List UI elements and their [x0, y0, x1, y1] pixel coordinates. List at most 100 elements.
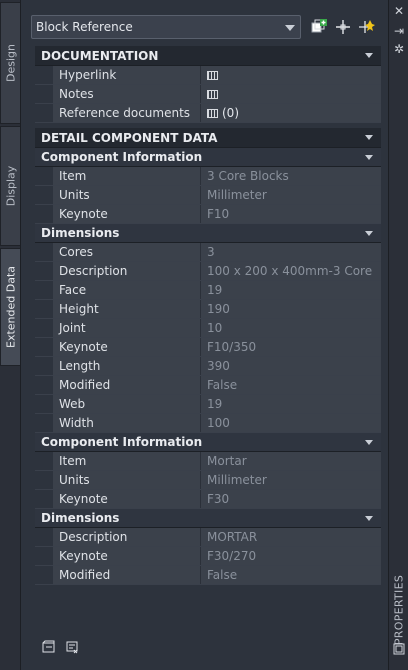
property-row[interactable]: Description 100 x 200 x 400mm-3 Core: [35, 262, 381, 281]
property-value[interactable]: [201, 66, 381, 84]
section-documentation[interactable]: DOCUMENTATION: [35, 46, 381, 66]
section-documentation-title: DOCUMENTATION: [41, 48, 159, 63]
property-value[interactable]: (0): [201, 104, 381, 122]
property-value[interactable]: Mortar: [201, 452, 381, 470]
tab-design-label: Design: [4, 44, 17, 82]
property-row[interactable]: Web 19: [35, 395, 381, 414]
property-row[interactable]: Item Mortar: [35, 452, 381, 471]
collapse-icon[interactable]: [365, 231, 373, 236]
property-row[interactable]: Description MORTAR: [35, 528, 381, 547]
property-label: Face: [53, 281, 201, 299]
tab-strip: Design Display Extended Data: [0, 0, 20, 670]
property-label: Length: [53, 357, 201, 375]
table-icon[interactable]: [207, 70, 218, 80]
property-value[interactable]: [201, 85, 381, 103]
property-value[interactable]: F30: [201, 490, 381, 508]
subsection-title: Dimensions: [41, 226, 120, 240]
property-label: Description: [53, 262, 201, 280]
property-row-reference-documents[interactable]: Reference documents (0): [35, 104, 381, 123]
section-detail-component-data[interactable]: DETAIL COMPONENT DATA: [35, 128, 381, 148]
close-icon[interactable]: ✕: [392, 4, 406, 18]
property-row-hyperlink[interactable]: Hyperlink: [35, 66, 381, 85]
property-row[interactable]: Keynote F10: [35, 205, 381, 224]
select-objects-icon[interactable]: [334, 18, 352, 36]
property-row-notes[interactable]: Notes: [35, 85, 381, 104]
collapse-icon[interactable]: [365, 155, 373, 160]
property-value[interactable]: 10: [201, 319, 381, 337]
property-grid: DOCUMENTATION Hyperlink Notes Reference …: [35, 46, 381, 585]
subsection-title: Component Information: [41, 150, 203, 164]
property-value[interactable]: Millimeter: [201, 186, 381, 204]
auto-hide-icon[interactable]: ⇥: [392, 24, 406, 38]
property-label: Modified: [53, 376, 201, 394]
collapse-icon[interactable]: [365, 53, 373, 58]
property-row[interactable]: Width 100: [35, 414, 381, 433]
gear-icon[interactable]: ✲: [392, 42, 406, 56]
property-label: Keynote: [53, 547, 201, 565]
property-row[interactable]: Units Millimeter: [35, 471, 381, 490]
property-value[interactable]: Millimeter: [201, 471, 381, 489]
add-selection-icon[interactable]: [310, 18, 328, 36]
property-label: Modified: [53, 566, 201, 584]
property-row[interactable]: Keynote F10/350: [35, 338, 381, 357]
palette-title-text: PROPERTIES: [392, 574, 406, 646]
property-value[interactable]: 100 x 200 x 400mm-3 Core: [201, 262, 381, 280]
property-row[interactable]: Keynote F30: [35, 490, 381, 509]
property-label: Keynote: [53, 205, 201, 223]
object-type-dropdown[interactable]: Block Reference: [31, 15, 301, 39]
subsection-title: Dimensions: [41, 511, 120, 525]
property-row[interactable]: Units Millimeter: [35, 186, 381, 205]
table-icon[interactable]: [207, 108, 218, 118]
property-row[interactable]: Face 19: [35, 281, 381, 300]
palette-menu-icon[interactable]: [392, 642, 406, 656]
tab-design[interactable]: Design: [0, 2, 20, 124]
property-row[interactable]: Joint 10: [35, 319, 381, 338]
tab-display[interactable]: Display: [0, 126, 20, 246]
property-value[interactable]: F30/270: [201, 547, 381, 565]
subsection-component-information-2[interactable]: Component Information: [35, 433, 381, 452]
property-value[interactable]: 100: [201, 414, 381, 432]
tab-display-label: Display: [4, 165, 17, 207]
property-row[interactable]: Height 190: [35, 300, 381, 319]
property-row[interactable]: Modified False: [35, 566, 381, 585]
property-value[interactable]: 19: [201, 395, 381, 413]
property-value[interactable]: MORTAR: [201, 528, 381, 546]
property-value[interactable]: False: [201, 376, 381, 394]
property-label: Notes: [53, 85, 201, 103]
palette-side-strip: ✕ ⇥ ✲ PROPERTIES: [388, 0, 408, 670]
table-icon[interactable]: [207, 89, 218, 99]
tab-extended-data-label: Extended Data: [4, 265, 17, 349]
property-label: Description: [53, 528, 201, 546]
properties-panel: Block Reference DOCUMENTATION Hyperlink …: [20, 0, 388, 670]
property-label: Keynote: [53, 490, 201, 508]
subsection-dimensions-2[interactable]: Dimensions: [35, 509, 381, 528]
property-row[interactable]: Keynote F30/270: [35, 547, 381, 566]
property-value[interactable]: 3: [201, 243, 381, 261]
property-label: Web: [53, 395, 201, 413]
property-value[interactable]: 3 Core Blocks: [201, 167, 381, 185]
tab-extended-data[interactable]: Extended Data: [0, 248, 20, 366]
property-label: Item: [53, 167, 201, 185]
property-row[interactable]: Cores 3: [35, 243, 381, 262]
quick-select-icon[interactable]: [358, 18, 376, 36]
property-value[interactable]: 390: [201, 357, 381, 375]
property-label: Item: [53, 452, 201, 470]
collapse-icon[interactable]: [365, 516, 373, 521]
property-value[interactable]: False: [201, 566, 381, 584]
property-value[interactable]: F10: [201, 205, 381, 223]
property-label: Joint: [53, 319, 201, 337]
add-note-icon[interactable]: [42, 640, 56, 654]
property-value[interactable]: F10/350: [201, 338, 381, 356]
property-row[interactable]: Item 3 Core Blocks: [35, 167, 381, 186]
property-row[interactable]: Modified False: [35, 376, 381, 395]
subsection-title: Component Information: [41, 435, 203, 449]
collapse-icon[interactable]: [365, 135, 373, 140]
property-row[interactable]: Length 390: [35, 357, 381, 376]
property-value[interactable]: 190: [201, 300, 381, 318]
subsection-dimensions[interactable]: Dimensions: [35, 224, 381, 243]
property-value[interactable]: 19: [201, 281, 381, 299]
edit-list-icon[interactable]: [66, 640, 80, 654]
subsection-component-information[interactable]: Component Information: [35, 148, 381, 167]
collapse-icon[interactable]: [365, 440, 373, 445]
property-label: Reference documents: [53, 104, 201, 122]
